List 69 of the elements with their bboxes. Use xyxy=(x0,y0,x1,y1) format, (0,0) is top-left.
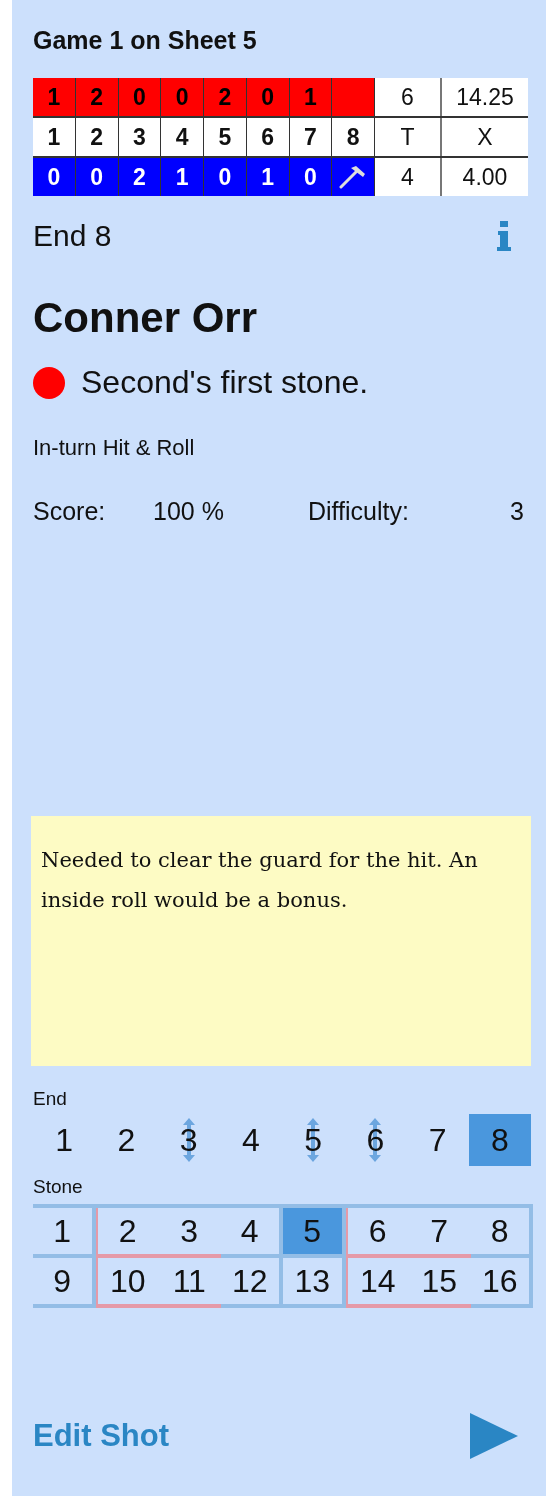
end-button[interactable]: 6 xyxy=(344,1114,407,1166)
play-icon[interactable] xyxy=(470,1413,518,1459)
end-button[interactable]: 7 xyxy=(406,1114,469,1166)
score-cell: 2 xyxy=(118,158,162,196)
stone-button[interactable]: 8 xyxy=(470,1208,533,1258)
end-header-cell: 3 xyxy=(118,118,162,156)
stone-button[interactable]: 9 xyxy=(33,1258,96,1308)
stone-button[interactable]: 6 xyxy=(345,1208,408,1258)
stone-button[interactable]: 10 xyxy=(95,1258,158,1308)
score-value: 100 % xyxy=(153,497,225,526)
end-header-cell: 4 xyxy=(161,118,204,156)
score-cell: 0 xyxy=(289,158,333,196)
score-cell: 0 xyxy=(246,78,290,116)
score-cell: 0 xyxy=(161,78,204,116)
end-section-label: End xyxy=(33,1088,68,1110)
end-header-cell: 2 xyxy=(75,118,119,156)
note-area[interactable]: Needed to clear the guard for the hit. An inside roll would be a bonus. xyxy=(31,816,531,1066)
score-cell: 14.25 xyxy=(442,78,528,116)
end-header-cell: 1 xyxy=(33,118,76,156)
stone-button[interactable]: 3 xyxy=(158,1208,221,1258)
score-cell: 6 xyxy=(375,78,442,116)
score-cell: 1 xyxy=(246,158,290,196)
double-arrow-icon xyxy=(368,1118,383,1162)
end-header-cell: 5 xyxy=(204,118,247,156)
stone-button[interactable]: 16 xyxy=(470,1258,533,1308)
stone-button[interactable]: 11 xyxy=(158,1258,221,1308)
double-arrow-icon xyxy=(306,1118,321,1162)
score-cell: 4.00 xyxy=(442,158,528,196)
end-button[interactable]: 2 xyxy=(95,1114,158,1166)
end-button[interactable]: 5 xyxy=(282,1114,345,1166)
stone-button[interactable]: 5 xyxy=(283,1208,346,1258)
score-cell: 2 xyxy=(204,78,247,116)
note-text: Needed to clear the guard for the hit. An inside roll would be a bonus. xyxy=(41,848,478,912)
score-label: Score: xyxy=(33,497,107,526)
difficulty-label: Difficulty: xyxy=(308,497,410,526)
end-button[interactable]: 3 xyxy=(157,1114,220,1166)
stone-button[interactable]: 2 xyxy=(95,1208,158,1258)
score-cell: 0 xyxy=(118,78,162,116)
score-cell: 0 xyxy=(33,158,76,196)
stone-section-label: Stone xyxy=(33,1176,84,1198)
stone-button[interactable]: 1 xyxy=(33,1208,96,1258)
double-arrow-icon xyxy=(181,1118,196,1162)
score-cell: 1 xyxy=(161,158,204,196)
stone-button[interactable]: 12 xyxy=(220,1258,283,1308)
score-cell: 1 xyxy=(289,78,333,116)
game-title: Game 1 on Sheet 5 xyxy=(33,26,258,56)
shot-type: In-turn Hit & Roll xyxy=(33,435,196,461)
stone-button[interactable]: 15 xyxy=(408,1258,471,1308)
end-header-cell: X xyxy=(442,118,528,156)
info-icon[interactable] xyxy=(496,221,512,251)
score-cell: 1 xyxy=(33,78,76,116)
score-cell: 0 xyxy=(75,158,119,196)
end-button[interactable]: 8 xyxy=(468,1114,531,1166)
stone-button[interactable]: 13 xyxy=(283,1258,346,1308)
end-button[interactable]: 1 xyxy=(33,1114,96,1166)
stone-description: Second's first stone. xyxy=(81,364,369,401)
stone-button[interactable]: 7 xyxy=(408,1208,471,1258)
end-header-cell: T xyxy=(375,118,442,156)
end-button[interactable]: 4 xyxy=(219,1114,282,1166)
end-label: End 8 xyxy=(33,219,112,253)
score-cell: 0 xyxy=(204,158,247,196)
end-header-cell: 7 xyxy=(289,118,333,156)
score-cell: 4 xyxy=(375,158,442,196)
stone-button[interactable]: 14 xyxy=(345,1258,408,1308)
end-header-cell: 6 xyxy=(246,118,290,156)
end-header-cell: 8 xyxy=(332,118,375,156)
score-cell: 2 xyxy=(75,78,119,116)
difficulty-value: 3 xyxy=(510,497,524,526)
player-name: Conner Orr xyxy=(33,294,259,342)
